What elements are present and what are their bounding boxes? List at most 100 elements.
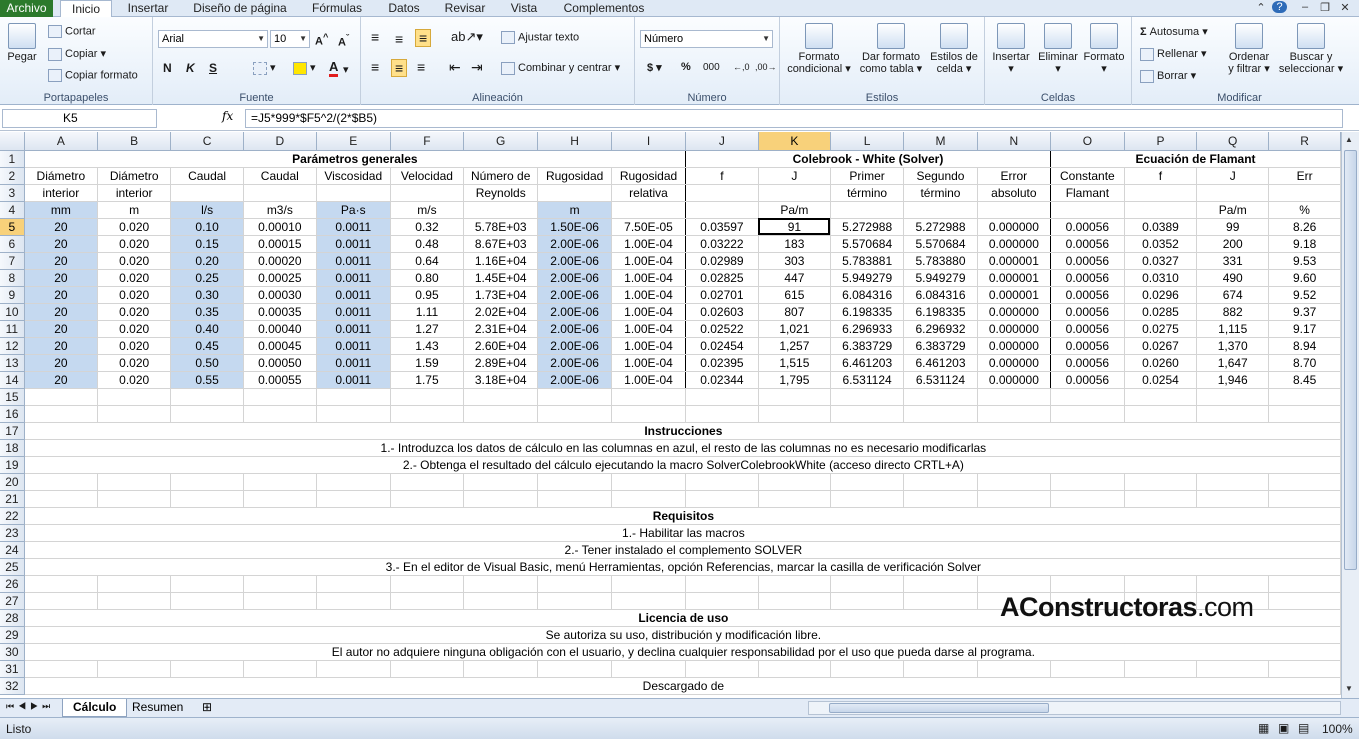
- column-header[interactable]: B: [97, 132, 172, 151]
- empty-cell[interactable]: [97, 388, 172, 406]
- data-cell[interactable]: 6.296932: [903, 320, 978, 338]
- data-cell[interactable]: 0.02825: [685, 269, 759, 287]
- insert-function-icon[interactable]: fx: [222, 109, 233, 123]
- increase-decimal-button[interactable]: ←,0: [733, 62, 750, 72]
- data-cell[interactable]: 2.00E-06: [537, 337, 613, 355]
- empty-cell[interactable]: [463, 592, 539, 610]
- data-cell[interactable]: 0.00056: [1050, 320, 1125, 338]
- help-icon[interactable]: ?: [1272, 1, 1287, 13]
- header-cell[interactable]: m3/s: [243, 201, 317, 219]
- data-cell[interactable]: 1.00E-04: [611, 269, 686, 287]
- header-cell[interactable]: Velocidad: [390, 167, 465, 185]
- empty-cell[interactable]: [1050, 473, 1125, 491]
- empty-cell[interactable]: [685, 405, 759, 423]
- empty-cell[interactable]: [758, 660, 831, 678]
- increase-indent-icon[interactable]: ⇥: [471, 59, 483, 76]
- header-cell[interactable]: absoluto: [977, 184, 1052, 202]
- tab-revisar[interactable]: Revisar: [436, 0, 494, 17]
- header-cell[interactable]: [685, 201, 759, 219]
- data-cell[interactable]: 0.020: [97, 320, 172, 338]
- vertical-scrollbar[interactable]: ▲ ▼: [1341, 132, 1359, 698]
- header-cell[interactable]: [316, 184, 391, 202]
- sheet-tab-resumen[interactable]: Resumen: [122, 699, 193, 717]
- data-cell[interactable]: 8.70: [1268, 354, 1341, 372]
- empty-cell[interactable]: [170, 660, 244, 678]
- align-center-icon[interactable]: ≡: [391, 59, 408, 77]
- column-header[interactable]: A: [24, 132, 99, 151]
- data-cell[interactable]: 0.000000: [977, 337, 1052, 355]
- fill-button[interactable]: Rellenar ▾: [1140, 47, 1207, 61]
- data-cell[interactable]: 2.00E-06: [537, 303, 613, 321]
- data-cell[interactable]: 0.0260: [1124, 354, 1198, 372]
- data-cell[interactable]: 0.000000: [977, 371, 1052, 389]
- row-header[interactable]: 10: [0, 303, 25, 321]
- data-cell[interactable]: 0.000001: [977, 269, 1052, 287]
- data-cell[interactable]: 20: [24, 217, 99, 236]
- font-name-combo[interactable]: Arial ▼: [158, 30, 268, 48]
- header-cell[interactable]: Viscosidad: [316, 167, 391, 185]
- ribbon-minimize-icon[interactable]: ⌃: [1252, 1, 1270, 14]
- data-cell[interactable]: 0.0285: [1124, 303, 1198, 321]
- empty-cell[interactable]: [1050, 490, 1125, 508]
- header-cell[interactable]: [1268, 184, 1341, 202]
- data-cell[interactable]: 0.0254: [1124, 371, 1198, 389]
- scroll-down-icon[interactable]: ▼: [1345, 684, 1353, 693]
- empty-cell[interactable]: [685, 473, 759, 491]
- empty-cell[interactable]: [97, 405, 172, 423]
- data-cell[interactable]: 0.000001: [977, 286, 1052, 304]
- data-cell[interactable]: 5.783880: [903, 252, 978, 270]
- column-header[interactable]: P: [1124, 132, 1198, 151]
- data-cell[interactable]: 9.18: [1268, 235, 1341, 253]
- tab-datos[interactable]: Datos: [378, 0, 430, 17]
- data-cell[interactable]: 0.00050: [243, 354, 317, 372]
- data-cell[interactable]: 6.084316: [830, 286, 905, 304]
- data-cell[interactable]: 0.000001: [977, 252, 1052, 270]
- note-cell[interactable]: 1.- Habilitar las macros: [24, 524, 1341, 542]
- data-cell[interactable]: 0.00056: [1050, 269, 1125, 287]
- data-cell[interactable]: 20: [24, 371, 99, 389]
- align-middle-icon[interactable]: ≡: [395, 31, 403, 47]
- data-cell[interactable]: 1.00E-04: [611, 371, 686, 389]
- empty-cell[interactable]: [537, 575, 613, 593]
- fill-color-button[interactable]: ▾: [293, 61, 316, 75]
- empty-cell[interactable]: [463, 575, 539, 593]
- empty-cell[interactable]: [1196, 388, 1270, 406]
- tab-insertar[interactable]: Insertar: [118, 0, 178, 17]
- data-cell[interactable]: 0.00056: [1050, 235, 1125, 253]
- header-cell[interactable]: interior: [97, 184, 172, 202]
- data-cell[interactable]: 0.00056: [1050, 286, 1125, 304]
- data-cell[interactable]: 2.00E-06: [537, 354, 613, 372]
- data-cell[interactable]: 1.50E-06: [537, 217, 613, 236]
- empty-cell[interactable]: [758, 473, 831, 491]
- restore-icon[interactable]: ❐: [1316, 1, 1334, 14]
- empty-cell[interactable]: [390, 660, 465, 678]
- data-cell[interactable]: 7.50E-05: [611, 217, 686, 236]
- data-cell[interactable]: 0.02454: [685, 337, 759, 355]
- data-cell[interactable]: 1.00E-04: [611, 354, 686, 372]
- empty-cell[interactable]: [316, 592, 391, 610]
- data-cell[interactable]: 0.0011: [316, 320, 391, 338]
- cell-styles-button[interactable]: Estilos de celda ▾: [926, 23, 982, 75]
- header-cell[interactable]: Pa/m: [758, 201, 831, 219]
- row-header[interactable]: 11: [0, 320, 25, 338]
- header-cell[interactable]: [685, 184, 759, 202]
- percent-button[interactable]: %: [681, 61, 691, 73]
- data-cell[interactable]: 20: [24, 252, 99, 270]
- note-cell[interactable]: Instrucciones: [24, 422, 1341, 440]
- data-cell[interactable]: 674: [1196, 286, 1270, 304]
- zoom-level[interactable]: 100%: [1322, 722, 1353, 736]
- header-cell[interactable]: [611, 201, 686, 219]
- empty-cell[interactable]: [97, 490, 172, 508]
- column-header[interactable]: O: [1050, 132, 1125, 151]
- data-cell[interactable]: 20: [24, 354, 99, 372]
- column-header[interactable]: M: [903, 132, 978, 151]
- data-cell[interactable]: 2.00E-06: [537, 371, 613, 389]
- empty-cell[interactable]: [903, 592, 978, 610]
- row-header[interactable]: 29: [0, 626, 25, 644]
- empty-cell[interactable]: [390, 388, 465, 406]
- data-cell[interactable]: 0.000000: [977, 320, 1052, 338]
- data-cell[interactable]: 0.00056: [1050, 252, 1125, 270]
- new-sheet-icon[interactable]: ⊞: [192, 699, 222, 717]
- borders-button[interactable]: ▾: [253, 61, 276, 75]
- section-title-colebrook[interactable]: Colebrook - White (Solver): [685, 150, 1052, 168]
